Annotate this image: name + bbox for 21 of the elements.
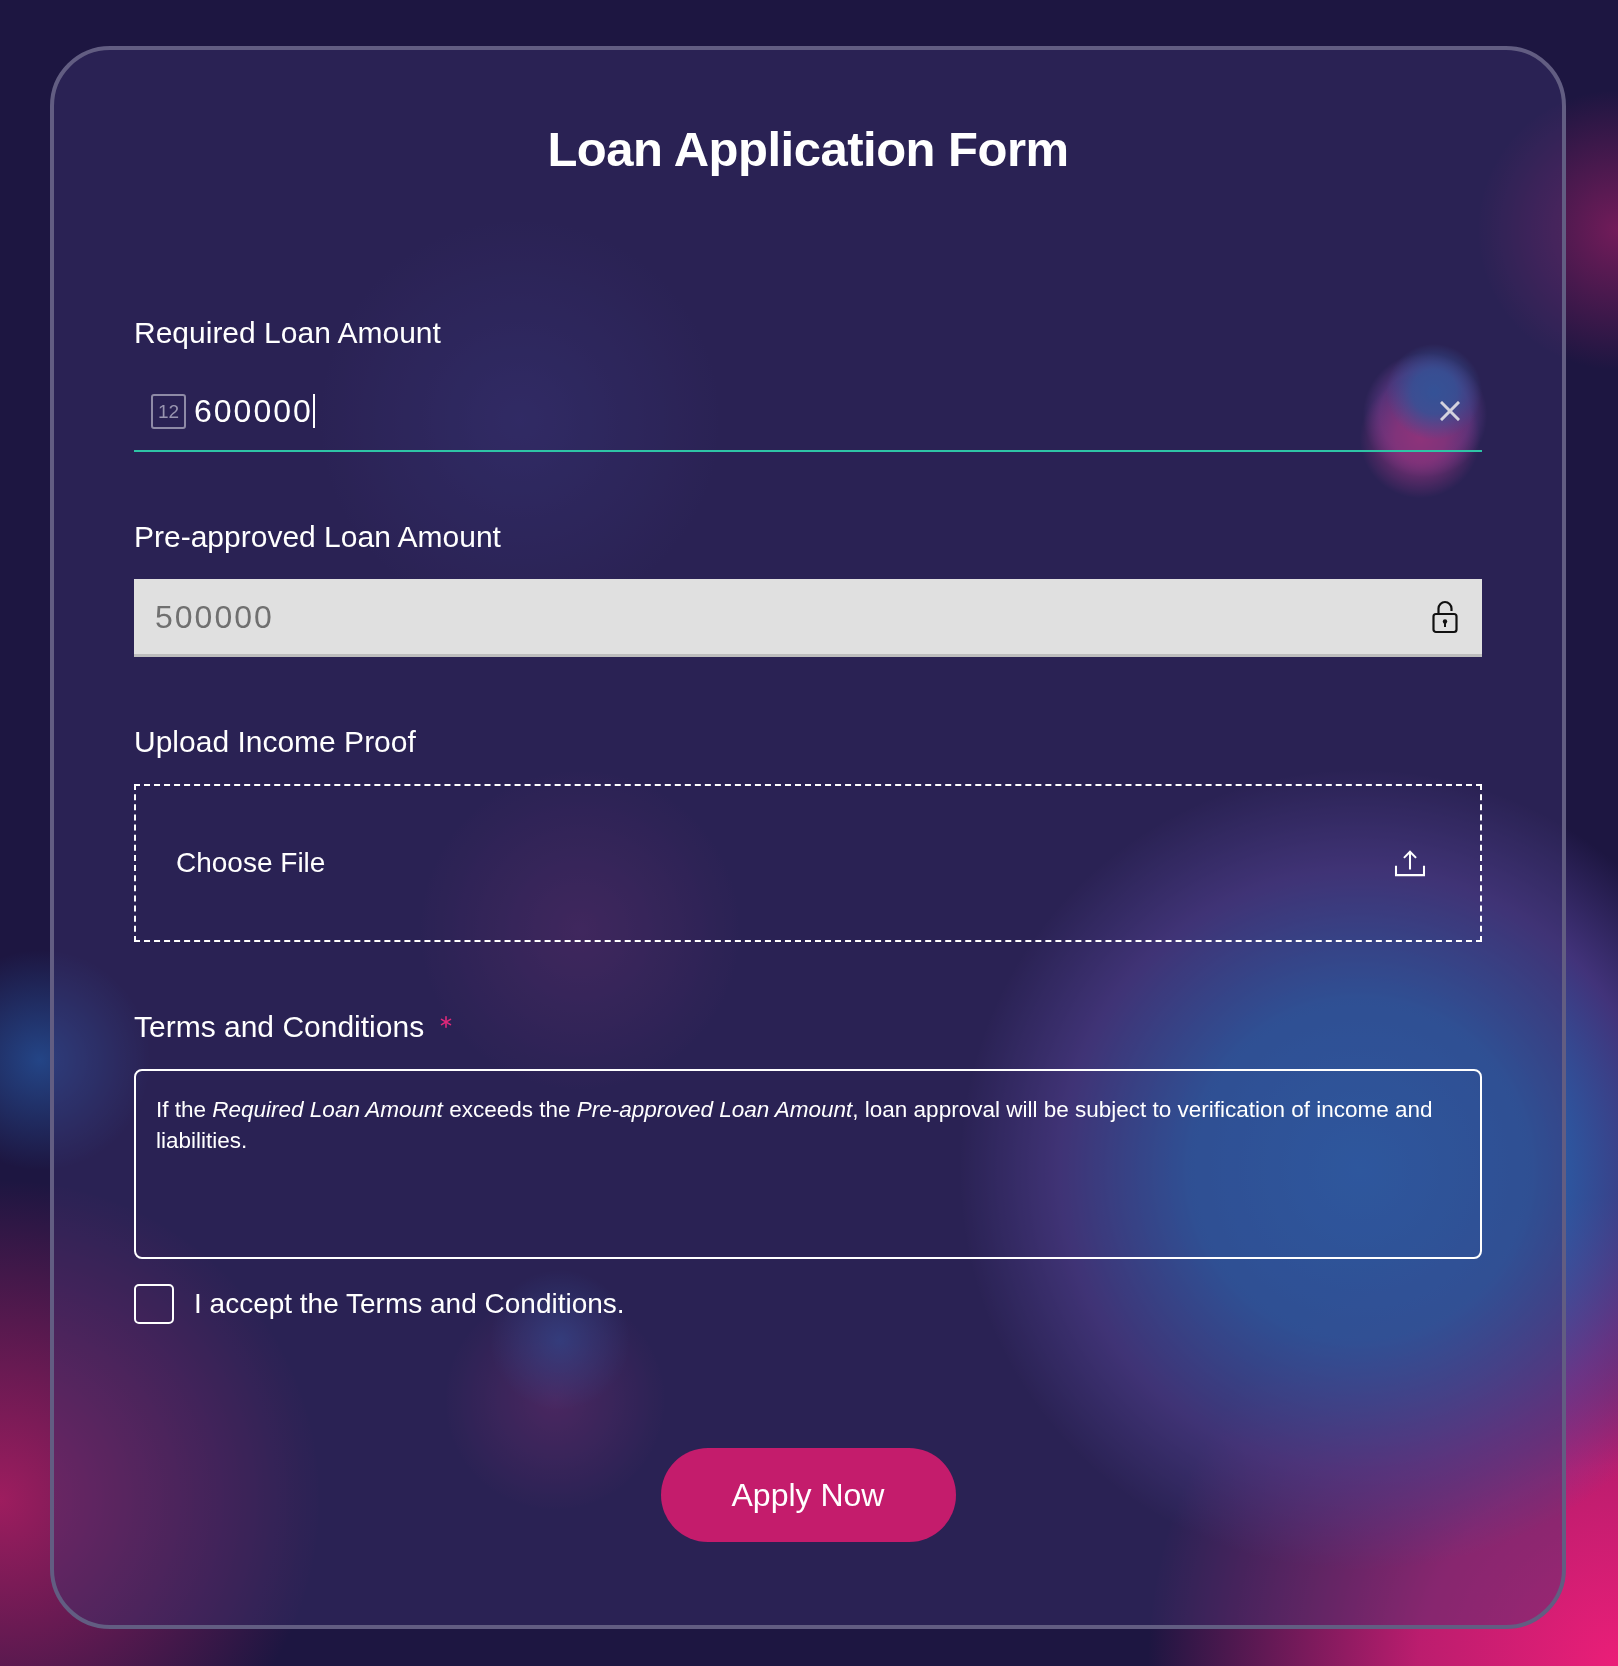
terms-text: If the Required Loan Amount exceeds the Pre-approved Loan Amount, loan approval will be subject to verification of income and liabilities.	[156, 1096, 1434, 1155]
upload-icon	[1394, 849, 1426, 877]
close-icon	[1440, 401, 1460, 421]
checkbox[interactable]	[134, 1284, 174, 1324]
field-label: Terms and Conditions	[134, 1010, 425, 1044]
field-label: Pre-approved Loan Amount	[134, 520, 501, 554]
clear-button[interactable]	[1440, 401, 1460, 421]
number-type-badge: 12	[151, 393, 186, 429]
file-upload-field[interactable]: Choose File	[134, 784, 1482, 942]
input-value: 500000	[155, 598, 274, 635]
field-label: Required Loan Amount	[134, 316, 441, 350]
readonly-input[interactable]: 500000	[134, 579, 1482, 657]
checkbox-label: I accept the Terms and Conditions.	[194, 1287, 625, 1321]
input-value: 600000	[194, 393, 313, 429]
form-title: Loan Application Form	[547, 121, 1069, 178]
amount-input[interactable]: 12 600000	[134, 388, 1482, 452]
choose-file-text: Choose File	[176, 846, 326, 880]
lock-icon	[1432, 599, 1458, 634]
text-cursor-icon	[312, 394, 315, 428]
apply-now-button[interactable]: Apply Now	[660, 1448, 956, 1542]
field-label: Upload Income Proof	[134, 725, 416, 759]
